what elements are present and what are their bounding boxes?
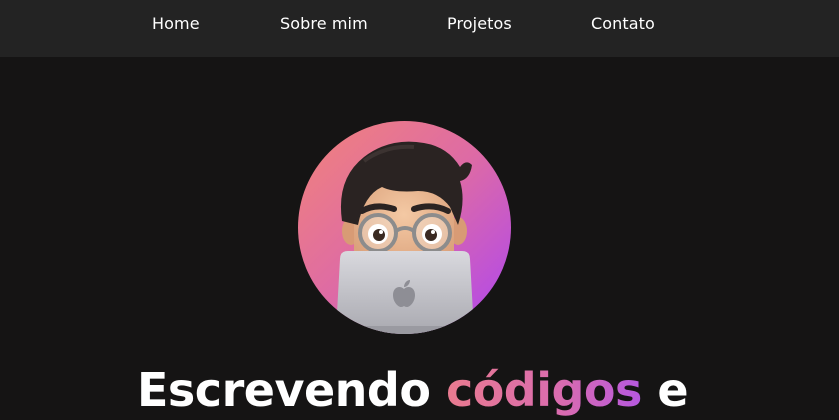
avatar	[298, 121, 511, 334]
nav-link-sobre-mim[interactable]: Sobre mim	[280, 14, 368, 34]
headline-text-start: Escrevendo	[137, 363, 446, 417]
nav-link-home[interactable]: Home	[152, 14, 200, 34]
nav-link-contato[interactable]: Contato	[591, 14, 655, 34]
headline-text-end: e	[641, 363, 689, 417]
top-navbar: Home Sobre mim Projetos Contato	[0, 0, 839, 57]
hero-headline: Escrevendo códigos e	[137, 360, 689, 420]
headline-accent-text: códigos	[445, 363, 642, 417]
nav-link-projetos[interactable]: Projetos	[447, 14, 512, 34]
memoji-laptop-avatar-icon	[298, 121, 511, 334]
